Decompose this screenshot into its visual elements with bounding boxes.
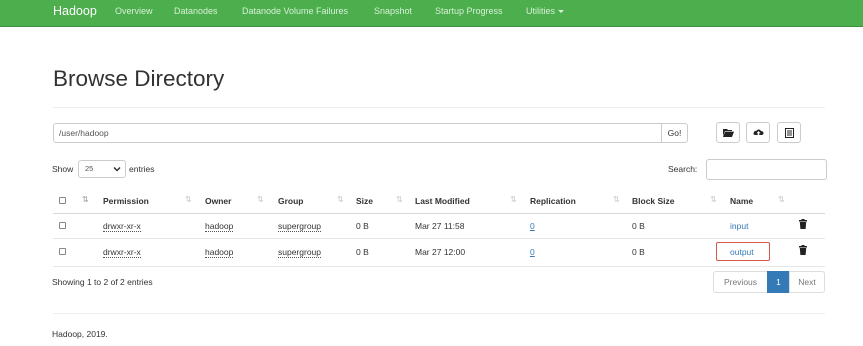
cell-last-modified: Mar 27 12:00	[415, 247, 466, 257]
directory-path-input[interactable]	[53, 123, 662, 143]
upload-files-button[interactable]	[746, 122, 770, 143]
header-owner[interactable]: Owner	[205, 196, 231, 206]
cell-size: 0 B	[356, 247, 369, 257]
row-checkbox[interactable]	[59, 248, 66, 255]
sort-icon[interactable]: ⇅	[710, 195, 717, 204]
footer-text: Hadoop, 2019.	[52, 329, 108, 339]
cell-name-link[interactable]: input	[730, 221, 748, 231]
sort-icon[interactable]: ⇅	[82, 195, 89, 204]
next-page-button[interactable]: Next	[789, 271, 825, 293]
sort-icon[interactable]: ⇅	[185, 195, 192, 204]
chevron-down-icon	[113, 166, 121, 172]
folder-open-icon	[722, 129, 734, 137]
cell-group[interactable]: supergroup	[278, 221, 322, 232]
cell-permission[interactable]: drwxr-xr-x	[103, 221, 141, 232]
cell-owner[interactable]: hadoop	[205, 221, 234, 232]
cell-last-modified: Mar 27 11:58	[415, 221, 465, 231]
previous-page-button[interactable]: Previous	[713, 271, 768, 293]
header-divider	[53, 213, 825, 214]
trash-icon[interactable]	[799, 245, 807, 255]
brand-link[interactable]: Hadoop	[53, 4, 97, 18]
page-1-button[interactable]: 1	[767, 271, 790, 293]
sort-icon[interactable]: ⇅	[613, 195, 620, 204]
header-size[interactable]: Size	[356, 196, 373, 206]
nav-startup-progress[interactable]: Startup Progress	[435, 6, 503, 16]
header-group[interactable]: Group	[278, 196, 304, 206]
cell-replication[interactable]: 0	[530, 221, 535, 231]
select-all-checkbox[interactable]	[59, 197, 66, 204]
entries-label: entries	[129, 164, 155, 174]
nav-overview[interactable]: Overview	[115, 6, 153, 16]
sort-icon[interactable]: ⇅	[396, 195, 403, 204]
cell-name-link[interactable]: output	[730, 247, 754, 257]
cell-block-size: 0 B	[632, 247, 645, 257]
sort-icon[interactable]: ⇅	[337, 195, 344, 204]
header-permission[interactable]: Permission	[103, 196, 149, 206]
search-input[interactable]	[706, 159, 827, 180]
show-label: Show	[52, 164, 74, 174]
footer-divider	[53, 313, 825, 314]
upload-icon	[752, 129, 764, 137]
entries-selected-value: 25	[85, 164, 94, 173]
top-navbar: Hadoop Overview Datanodes Datanode Volum…	[0, 0, 863, 27]
nav-utilities-label: Utilities	[526, 6, 556, 16]
header-block-size[interactable]: Block Size	[632, 196, 675, 206]
nav-volume-failures[interactable]: Datanode Volume Failures	[242, 6, 348, 16]
caret-down-icon	[558, 10, 565, 14]
row-divider	[53, 238, 825, 239]
go-button[interactable]: Go!	[661, 123, 688, 143]
create-directory-button[interactable]	[716, 122, 740, 143]
header-last-modified[interactable]: Last Modified	[415, 196, 470, 206]
cell-replication[interactable]: 0	[530, 247, 535, 257]
divider	[53, 107, 825, 108]
row-checkbox[interactable]	[59, 222, 66, 229]
cell-group[interactable]: supergroup	[278, 247, 322, 258]
table-info: Showing 1 to 2 of 2 entries	[52, 277, 153, 287]
nav-datanodes[interactable]: Datanodes	[174, 6, 218, 16]
header-name[interactable]: Name	[730, 196, 753, 206]
table-bottom-divider	[53, 266, 825, 267]
sort-icon[interactable]: ⇅	[257, 195, 264, 204]
sort-icon[interactable]: ⇅	[510, 195, 517, 204]
list-icon	[784, 127, 794, 138]
cell-block-size: 0 B	[632, 221, 645, 231]
entries-per-page-select[interactable]: 25	[78, 160, 126, 178]
page-title: Browse Directory	[53, 66, 225, 91]
cell-owner[interactable]: hadoop	[205, 247, 234, 258]
sort-icon[interactable]: ⇅	[778, 195, 785, 204]
cut-paste-button[interactable]	[777, 122, 801, 143]
nav-snapshot[interactable]: Snapshot	[374, 6, 412, 16]
search-label: Search:	[668, 164, 698, 174]
trash-icon[interactable]	[799, 219, 807, 229]
cell-permission[interactable]: drwxr-xr-x	[103, 247, 141, 258]
nav-utilities[interactable]: Utilities	[526, 6, 565, 16]
header-replication[interactable]: Replication	[530, 196, 576, 206]
cell-size: 0 B	[356, 221, 369, 231]
